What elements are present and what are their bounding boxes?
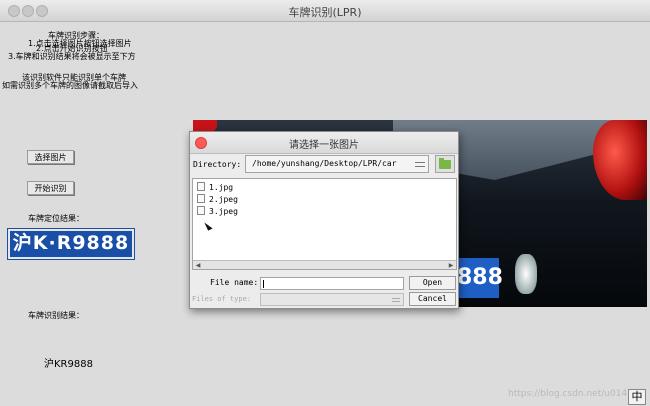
watermark: https://blog.csdn.net/u014538 <box>508 389 645 399</box>
select-image-button[interactable]: 选择图片 <box>27 150 74 164</box>
window-title: 车牌识别(LPR) <box>288 6 362 19</box>
file-list[interactable]: 1.jpg 2.jpeg 3.jpeg ◀ ▶ <box>192 178 457 270</box>
file-item[interactable]: 2.jpeg <box>197 194 238 206</box>
file-icon <box>197 194 205 203</box>
cancel-button[interactable]: Cancel <box>409 292 456 306</box>
files-of-type-label: Files of type: <box>192 295 252 303</box>
horizontal-scrollbar[interactable]: ◀ ▶ <box>193 260 456 269</box>
text-caret <box>263 280 264 288</box>
ime-indicator[interactable]: 中 <box>628 389 646 405</box>
locate-result-label: 车牌定位结果： <box>28 214 84 223</box>
mouse-cursor-icon <box>204 220 213 231</box>
file-item[interactable]: 3.jpeg <box>197 206 238 218</box>
recognize-result-label: 车牌识别结果： <box>28 311 84 320</box>
instructions-step3: 3.车牌和识别结果将会被显示至下方 <box>8 52 136 61</box>
file-icon <box>197 182 205 191</box>
dialog-title: 请选择一张图片 <box>289 140 359 151</box>
directory-value: /home/yunshang/Desktop/LPR/car <box>252 159 397 168</box>
car-taillight-right <box>593 120 647 200</box>
window-titlebar: 车牌识别(LPR) <box>0 0 650 22</box>
new-folder-button[interactable] <box>435 155 455 173</box>
car-lamp <box>515 254 537 294</box>
start-recognize-button[interactable]: 开始识别 <box>27 181 74 195</box>
directory-label: Directory: <box>193 160 242 169</box>
file-icon <box>197 206 205 215</box>
file-name-label: File name: <box>210 278 259 287</box>
plate-image: 沪K·R9888 <box>7 228 135 260</box>
car-plate: 888 <box>457 258 503 298</box>
files-of-type-combo <box>260 293 404 306</box>
dropdown-arrow-icon <box>392 298 400 302</box>
folder-icon <box>439 158 451 169</box>
directory-combo[interactable]: /home/yunshang/Desktop/LPR/car <box>245 155 429 173</box>
instructions-note2: 如需识别多个车牌的图像请截取后导入 <box>2 81 138 90</box>
open-button[interactable]: Open <box>409 276 456 290</box>
scroll-left-icon[interactable]: ◀ <box>194 262 202 269</box>
file-item[interactable]: 1.jpg <box>197 182 233 194</box>
dropdown-arrow-icon <box>415 162 425 167</box>
recognize-result-text: 沪KR9888 <box>44 359 93 370</box>
file-name-input[interactable] <box>260 277 404 290</box>
scroll-right-icon[interactable]: ▶ <box>447 262 455 269</box>
file-dialog: 请选择一张图片 Directory: /home/yunshang/Deskto… <box>189 131 459 309</box>
dialog-titlebar: 请选择一张图片 <box>190 132 458 154</box>
